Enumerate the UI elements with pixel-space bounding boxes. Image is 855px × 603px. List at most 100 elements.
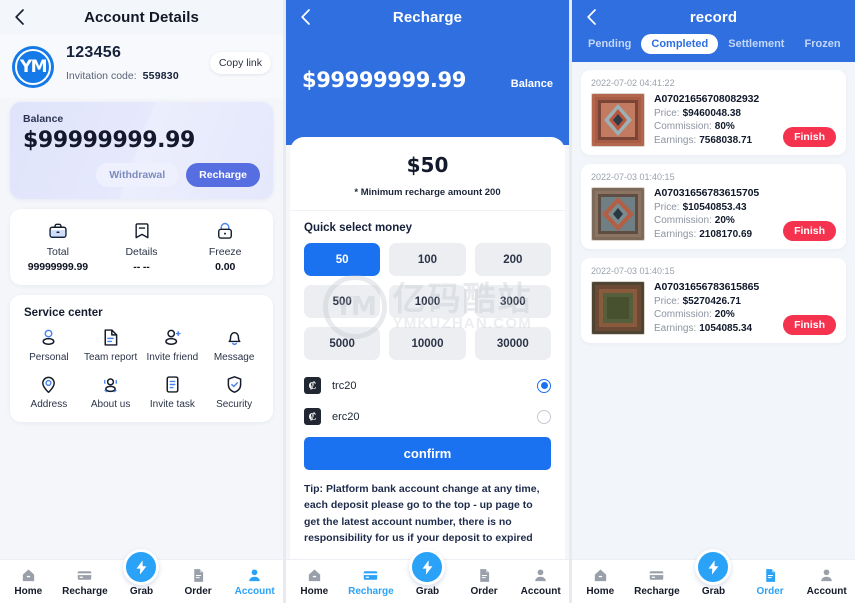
- tab-grab[interactable]: Grab: [685, 549, 742, 597]
- stats-row: Total 99999999.99 Details -- -- Freeze 0…: [10, 209, 273, 285]
- user-icon: [226, 566, 283, 584]
- stat-total[interactable]: Total 99999999.99: [16, 220, 100, 273]
- service-item-about-us[interactable]: About us: [80, 372, 142, 410]
- service-item-invite-task[interactable]: Invite task: [142, 372, 204, 410]
- location-pin-icon: [18, 372, 80, 396]
- product-thumbnail: [591, 187, 645, 241]
- recharge-tip-text: Tip: Platform bank account change at any…: [304, 483, 540, 544]
- service-item-label: Address: [30, 399, 68, 410]
- tab-label: Grab: [129, 586, 154, 597]
- record-id: A07031656783615865: [654, 281, 760, 293]
- tab-grab[interactable]: Grab: [113, 549, 170, 597]
- service-item-label: About us: [90, 399, 131, 410]
- panel-recharge: Recharge $99999999.99 Balance $50 * Mini…: [286, 0, 569, 603]
- service-item-personal[interactable]: Personal: [18, 325, 80, 363]
- chevron-left-icon[interactable]: [582, 8, 600, 26]
- tab-recharge[interactable]: Recharge: [629, 566, 686, 597]
- tab-order[interactable]: Order: [170, 566, 227, 597]
- home-icon: [286, 566, 343, 584]
- tab-grab[interactable]: Grab: [399, 549, 456, 597]
- card-icon: [343, 566, 400, 584]
- balance-actions: Withdrawal Recharge: [23, 163, 260, 187]
- user-icon: [798, 566, 855, 584]
- record-header: record Pending Completed Settlement Froz…: [572, 0, 855, 62]
- recharge-amount-box[interactable]: $50 * Minimum recharge amount 200: [290, 137, 565, 211]
- balance-label: Balance: [23, 113, 64, 125]
- invitation-code: 559830: [142, 70, 179, 82]
- finish-button[interactable]: Finish: [783, 221, 836, 241]
- finish-button[interactable]: Finish: [783, 315, 836, 335]
- quick-amount-option[interactable]: 10000: [389, 327, 466, 360]
- service-item-invite-friend[interactable]: Invite friend: [142, 325, 204, 363]
- service-center-card: Service center Personal Team report Invi…: [10, 295, 273, 422]
- withdrawal-button[interactable]: Withdrawal: [96, 163, 179, 187]
- tab-label: Grab: [701, 586, 726, 597]
- earnings-value: 2108170.69: [699, 228, 753, 240]
- header-record: record: [572, 0, 855, 34]
- quick-amount-option[interactable]: 3000: [474, 285, 551, 318]
- header-recharge: Recharge: [286, 0, 569, 34]
- recharge-button[interactable]: Recharge: [186, 163, 260, 187]
- tab-label: Home: [586, 586, 615, 597]
- record-item: 2022-07-02 04:41:22 A07021656708082932 P…: [581, 70, 846, 155]
- people-icon: [80, 372, 142, 396]
- chevron-left-icon[interactable]: [296, 8, 314, 26]
- tab-settlement[interactable]: Settlement: [718, 34, 794, 54]
- price-label: Price:: [654, 107, 680, 119]
- avatar-initials: YM: [19, 56, 48, 77]
- tab-account[interactable]: Account: [798, 566, 855, 597]
- record-time: 2022-07-02 04:41:22: [591, 78, 675, 88]
- tab-label: Recharge: [634, 586, 680, 597]
- record-item: 2022-07-03 01:40:15: [581, 258, 846, 343]
- tab-home[interactable]: Home: [572, 566, 629, 597]
- copy-link-button[interactable]: Copy link: [209, 52, 271, 74]
- payment-radio[interactable]: [537, 378, 551, 393]
- payment-option-erc20[interactable]: ₡ erc20: [304, 401, 551, 432]
- payment-method-list: ₡ trc20 ₡ erc20: [290, 360, 565, 432]
- tab-label: Order: [756, 586, 784, 597]
- service-item-label: Security: [216, 399, 253, 410]
- tab-order[interactable]: Order: [456, 566, 513, 597]
- service-item-security[interactable]: Security: [203, 372, 265, 410]
- quick-amount-option[interactable]: 50: [304, 243, 381, 276]
- quick-amount-option[interactable]: 5000: [304, 327, 381, 360]
- tab-home[interactable]: Home: [0, 566, 57, 597]
- service-item-team-report[interactable]: Team report: [80, 325, 142, 363]
- tab-pending[interactable]: Pending: [578, 34, 641, 54]
- service-item-address[interactable]: Address: [18, 372, 80, 410]
- payment-radio[interactable]: [537, 409, 551, 424]
- payment-option-label: trc20: [332, 379, 357, 392]
- finish-button[interactable]: Finish: [783, 127, 836, 147]
- chevron-left-icon[interactable]: [10, 8, 28, 26]
- commission-label: Commission:: [654, 215, 712, 226]
- shield-check-icon: [203, 372, 265, 396]
- tab-account[interactable]: Account: [512, 566, 569, 597]
- tab-account[interactable]: Account: [226, 566, 283, 597]
- tab-home[interactable]: Home: [286, 566, 343, 597]
- tab-recharge[interactable]: Recharge: [57, 566, 114, 597]
- bottom-tabbar: Home Recharge Grab Order Account: [286, 549, 569, 603]
- service-item-message[interactable]: Message: [203, 325, 265, 363]
- confirm-button[interactable]: confirm: [304, 437, 551, 470]
- tab-label: Account: [520, 586, 561, 597]
- quick-amount-option[interactable]: 100: [389, 243, 466, 276]
- service-item-label: Team report: [83, 352, 138, 363]
- payment-option-trc20[interactable]: ₡ trc20: [304, 370, 551, 401]
- quick-amount-option[interactable]: 200: [474, 243, 551, 276]
- tab-label: Account: [806, 586, 847, 597]
- quick-amount-option[interactable]: 500: [304, 285, 381, 318]
- tab-completed[interactable]: Completed: [641, 34, 719, 54]
- stat-details[interactable]: Details -- --: [100, 220, 184, 273]
- bolt-icon: [409, 549, 446, 585]
- price-value: $9460048.38: [682, 107, 741, 119]
- quick-amount-option[interactable]: 30000: [474, 327, 551, 360]
- stat-freeze[interactable]: Freeze 0.00: [183, 220, 267, 273]
- tab-recharge[interactable]: Recharge: [343, 566, 400, 597]
- commission-label: Commission:: [654, 309, 712, 320]
- tab-order[interactable]: Order: [742, 566, 799, 597]
- price-label: Price:: [654, 201, 680, 213]
- tab-frozen[interactable]: Frozen: [794, 34, 850, 54]
- recharge-min-note: * Minimum recharge amount 200: [354, 187, 501, 198]
- quick-amount-option[interactable]: 1000: [389, 285, 466, 318]
- product-thumbnail: [591, 93, 645, 147]
